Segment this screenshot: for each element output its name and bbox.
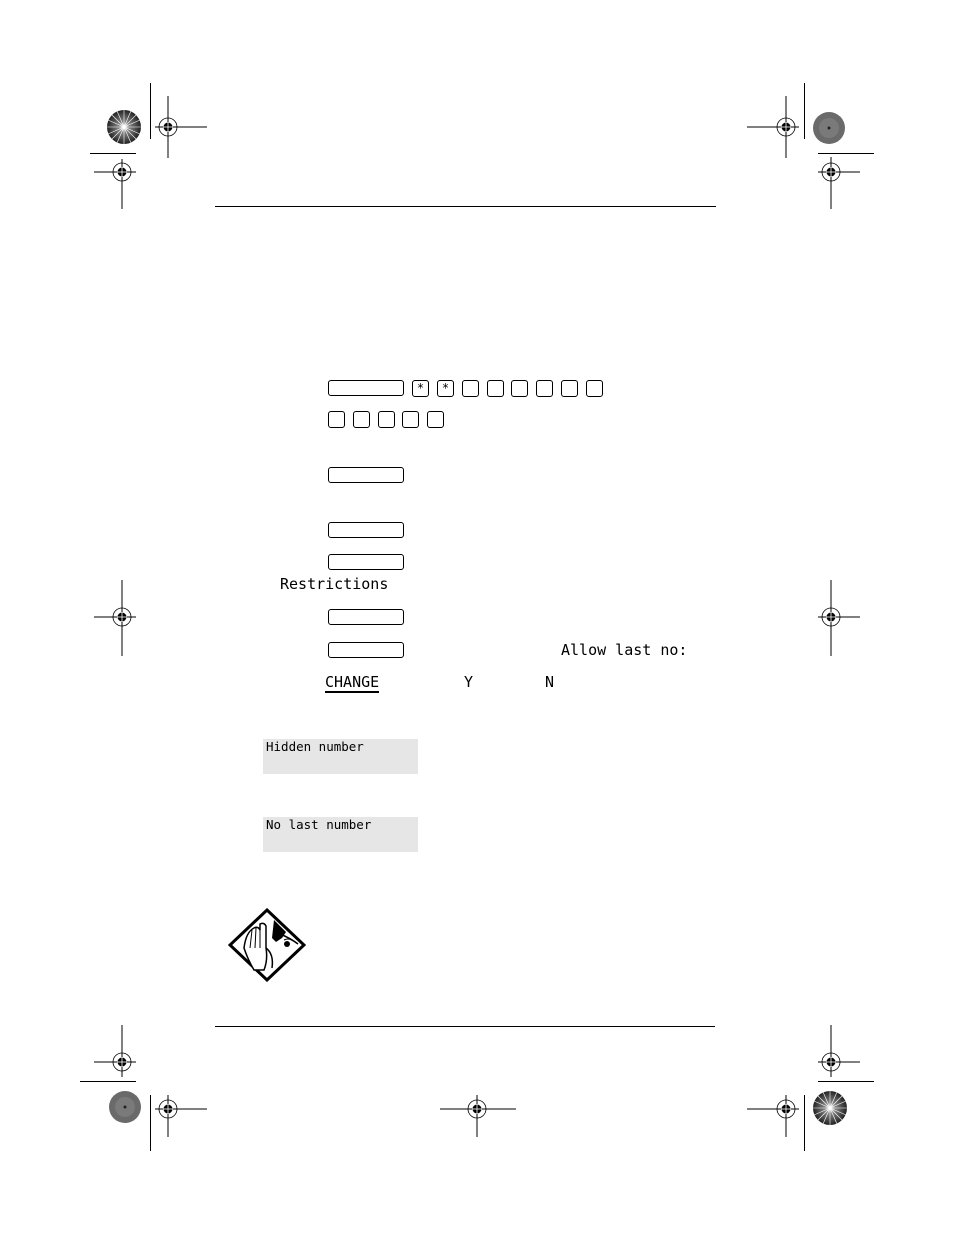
crosshair-registration-icon (94, 1025, 136, 1077)
crosshair-registration-icon (747, 1095, 799, 1137)
tip-hand-icon (227, 907, 307, 986)
show-key[interactable] (328, 522, 404, 538)
header-rule (215, 206, 716, 207)
crop-mark (150, 1095, 151, 1151)
no-softkey[interactable]: N (545, 673, 554, 691)
crosshair-registration-icon (818, 157, 860, 209)
dialpad-key[interactable] (328, 411, 345, 428)
next-key[interactable] (328, 467, 404, 483)
dialpad-key[interactable] (561, 380, 578, 397)
lcd-display-text: No last number (266, 817, 372, 832)
crop-mark (90, 153, 136, 154)
crop-mark (80, 1081, 136, 1082)
crosshair-registration-icon (440, 1095, 516, 1137)
lcd-display-hidden-number: Hidden number (263, 739, 418, 774)
dialpad-key[interactable] (353, 411, 370, 428)
next-key[interactable] (328, 609, 404, 625)
crop-mark (150, 83, 151, 139)
crosshair-registration-icon (94, 580, 136, 656)
crosshair-registration-icon (94, 159, 136, 209)
dialpad-key[interactable] (427, 411, 444, 428)
crop-mark (818, 153, 874, 154)
footer-rule (215, 1026, 715, 1027)
change-softkey[interactable]: CHANGE (325, 673, 380, 693)
crop-mark (804, 1095, 805, 1151)
dialpad-key[interactable] (378, 411, 395, 428)
crosshair-registration-icon (747, 96, 799, 158)
starburst-target-icon (812, 111, 846, 145)
dialpad-key[interactable] (511, 380, 528, 397)
next-key[interactable] (328, 554, 404, 570)
feature-key[interactable] (328, 380, 404, 396)
starburst-target-icon (106, 109, 142, 145)
dialpad-key[interactable] (487, 380, 504, 397)
next-key[interactable] (328, 642, 404, 658)
yes-softkey[interactable]: Y (464, 673, 473, 691)
dialpad-key[interactable] (402, 411, 419, 428)
crop-mark (804, 83, 805, 139)
crosshair-registration-icon (155, 1095, 207, 1137)
dialpad-key[interactable] (536, 380, 553, 397)
display-allow-last-no: Allow last no: (561, 641, 688, 659)
crosshair-registration-icon (818, 1025, 860, 1077)
dialpad-key[interactable] (462, 380, 479, 397)
crop-mark (818, 1081, 874, 1082)
crosshair-registration-icon (155, 96, 207, 158)
dialpad-key[interactable] (586, 380, 603, 397)
crosshair-registration-icon (818, 580, 860, 656)
dialpad-key-star[interactable]: * (437, 380, 454, 397)
lcd-display-text: Hidden number (266, 739, 364, 754)
starburst-target-icon (108, 1090, 142, 1124)
lcd-display-no-last-number: No last number (263, 817, 418, 852)
display-restrictions: Restrictions (280, 575, 389, 593)
starburst-target-icon (812, 1090, 848, 1126)
dialpad-key-star[interactable]: * (412, 380, 429, 397)
